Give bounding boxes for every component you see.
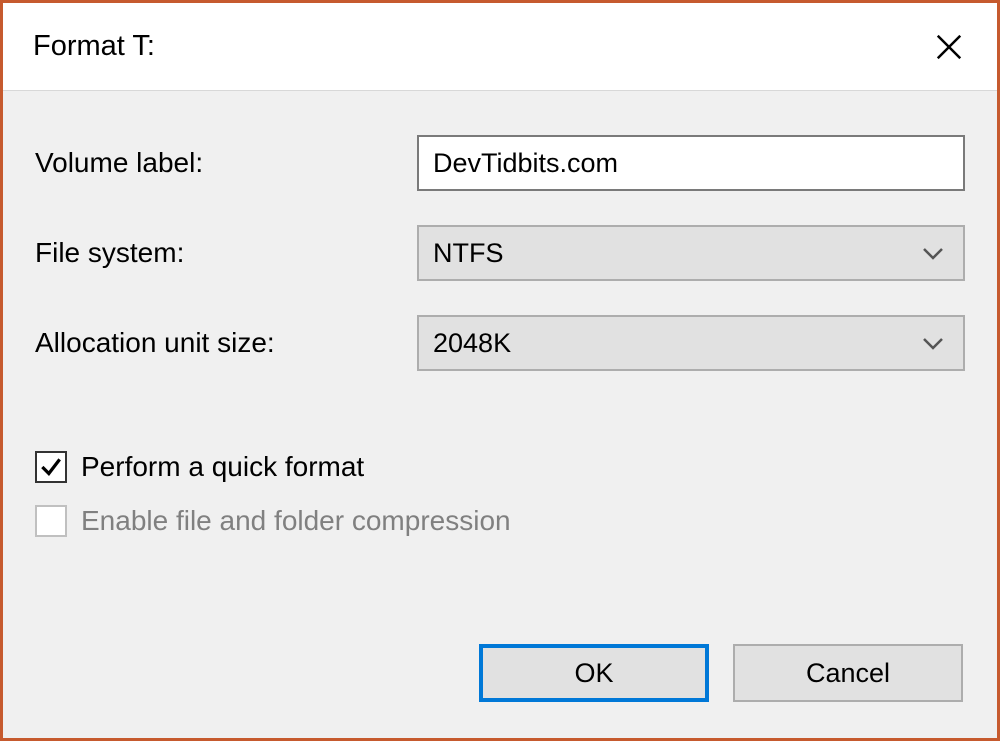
close-button[interactable] <box>929 27 969 67</box>
format-dialog: Format T: Volume label: File system: NTF… <box>0 0 1000 741</box>
cancel-button[interactable]: Cancel <box>733 644 963 702</box>
titlebar: Format T: <box>3 3 997 91</box>
dialog-body: Volume label: File system: NTFS Allocati… <box>3 91 997 738</box>
dialog-title: Format T: <box>33 30 155 63</box>
allocation-unit-size-value: 2048K <box>433 328 511 359</box>
file-system-value: NTFS <box>433 238 504 269</box>
allocation-unit-size-dropdown[interactable]: 2048K <box>417 315 965 371</box>
compression-row: Enable file and folder compression <box>35 505 965 537</box>
quick-format-label: Perform a quick format <box>81 451 364 483</box>
ok-button[interactable]: OK <box>479 644 709 702</box>
file-system-dropdown[interactable]: NTFS <box>417 225 965 281</box>
chevron-down-icon <box>921 245 945 261</box>
close-icon <box>934 32 964 62</box>
compression-checkbox <box>35 505 67 537</box>
compression-label: Enable file and folder compression <box>81 505 511 537</box>
allocation-unit-size-row: Allocation unit size: 2048K <box>35 315 965 371</box>
checkbox-group: Perform a quick format Enable file and f… <box>35 451 965 559</box>
chevron-down-icon <box>921 335 945 351</box>
volume-label-input[interactable] <box>417 135 965 191</box>
file-system-label: File system: <box>35 237 417 269</box>
volume-label-row: Volume label: <box>35 135 965 191</box>
allocation-unit-size-label: Allocation unit size: <box>35 327 417 359</box>
checkmark-icon <box>38 454 64 480</box>
button-row: OK Cancel <box>35 644 965 706</box>
volume-label-label: Volume label: <box>35 147 417 179</box>
file-system-row: File system: NTFS <box>35 225 965 281</box>
quick-format-row: Perform a quick format <box>35 451 965 483</box>
quick-format-checkbox[interactable] <box>35 451 67 483</box>
